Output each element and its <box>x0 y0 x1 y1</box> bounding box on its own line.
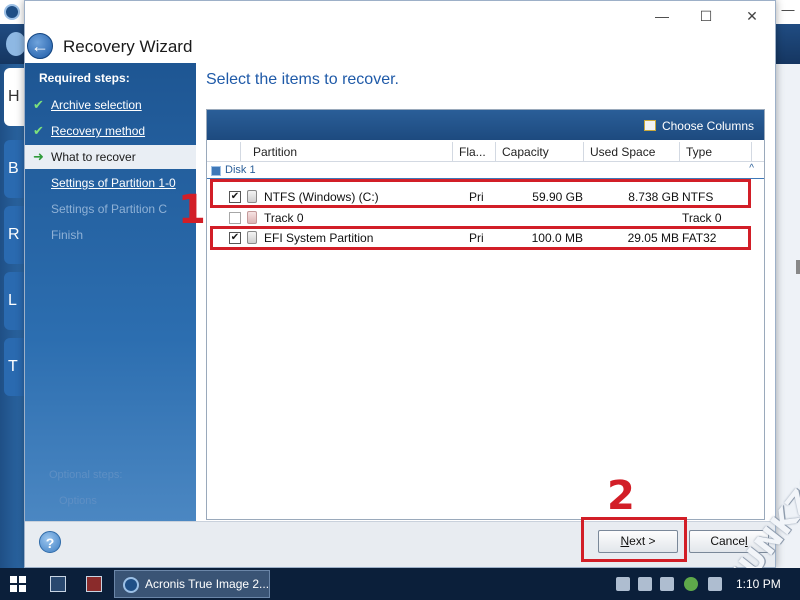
row-checkbox[interactable] <box>229 212 241 224</box>
step-settings-partition-c: Settings of Partition C <box>25 197 196 221</box>
step-label: Settings of Partition C <box>51 202 168 216</box>
collapse-caret-icon[interactable]: ^ <box>749 163 754 174</box>
disk-icon <box>247 211 257 224</box>
highlight-box-ntfs-row <box>210 179 751 208</box>
partition-grid: Choose Columns Partition Fla... Capacity… <box>206 109 765 520</box>
column-header-partition[interactable]: Partition <box>241 142 453 162</box>
partition-type: Track 0 <box>682 211 722 225</box>
background-tile[interactable]: R <box>4 206 26 264</box>
maximize-button[interactable]: ☐ <box>691 5 721 27</box>
grid-header: Partition Fla... Capacity Used Space Typ… <box>207 142 764 162</box>
clock[interactable]: 1:10 PM <box>736 577 781 591</box>
partition-name: Track 0 <box>264 211 304 225</box>
disk-group-icon <box>211 166 221 176</box>
tray-edit-icon[interactable] <box>638 577 652 591</box>
column-header-used-space[interactable]: Used Space <box>584 142 680 162</box>
computer-icon[interactable] <box>50 576 66 592</box>
annotation-number-two: 2 <box>607 473 635 519</box>
annotation-number-one: 1 <box>178 187 206 233</box>
column-header-type[interactable]: Type <box>680 142 752 162</box>
steps-panel: Required steps: ✔ Archive selection ✔ Re… <box>25 63 196 521</box>
partition-row[interactable]: Track 0 Track 0 <box>207 208 764 228</box>
taskbar: Acronis True Image 2... 1:10 PM <box>0 568 800 600</box>
background-scroll-tick <box>796 260 800 274</box>
network-icon[interactable] <box>660 577 674 591</box>
column-header-flags[interactable]: Fla... <box>453 142 496 162</box>
highlight-box-next-button <box>581 517 687 562</box>
step-recovery-method[interactable]: ✔ Recovery method <box>25 119 196 143</box>
background-minimize-button[interactable]: — <box>776 2 800 22</box>
close-button[interactable]: ✕ <box>737 5 767 27</box>
background-back-icon[interactable] <box>6 32 26 56</box>
media-icon[interactable] <box>684 577 698 591</box>
taskbar-app-label: Acronis True Image 2... <box>145 577 270 591</box>
checkmark-icon: ✔ <box>33 123 44 138</box>
step-options[interactable]: Options <box>59 495 97 507</box>
help-icon[interactable]: ? <box>39 531 61 553</box>
back-arrow-icon[interactable]: ← <box>27 33 53 59</box>
step-what-to-recover[interactable]: ➜ What to recover <box>25 145 196 169</box>
tray-arrow-icon[interactable] <box>616 577 630 591</box>
grid-toolbar: Choose Columns <box>207 110 764 140</box>
columns-icon <box>643 120 656 131</box>
disk-group-label: Disk 1 <box>225 164 256 176</box>
recovery-wizard-dialog: ← Recovery Wizard — ☐ ✕ Required steps: … <box>24 0 776 568</box>
step-settings-partition-1-0[interactable]: Settings of Partition 1-0 <box>25 171 196 195</box>
dialog-title: Recovery Wizard <box>63 37 193 56</box>
remote-desktop-icon[interactable] <box>86 576 102 592</box>
background-tile[interactable]: B <box>4 140 26 198</box>
cancel-button-label: Cance <box>710 534 745 548</box>
background-sidebar: H B R L T <box>0 64 26 568</box>
choose-columns-button[interactable]: Choose Columns <box>643 119 754 133</box>
background-tile[interactable]: L <box>4 272 26 330</box>
minimize-button[interactable]: — <box>647 5 677 27</box>
disk-group-row[interactable]: Disk 1 ^ <box>207 163 764 179</box>
current-step-arrow-icon: ➜ <box>33 149 44 164</box>
background-tile[interactable]: T <box>4 338 26 396</box>
step-label: Settings of Partition 1-0 <box>51 176 176 190</box>
dialog-titlebar: ← Recovery Wizard — ☐ ✕ <box>25 1 775 63</box>
page-title: Select the items to recover. <box>206 71 399 88</box>
required-steps-heading: Required steps: <box>39 71 130 85</box>
acronis-app-icon <box>4 4 20 20</box>
optional-steps-heading: Optional steps: <box>49 469 123 481</box>
column-header-check[interactable] <box>225 142 241 162</box>
taskbar-app-acronis[interactable]: Acronis True Image 2... <box>114 570 270 598</box>
volume-icon[interactable] <box>708 577 722 591</box>
highlight-box-efi-row <box>210 226 751 250</box>
step-label: Recovery method <box>51 124 146 138</box>
column-header-capacity[interactable]: Capacity <box>496 142 584 162</box>
step-label: What to recover <box>51 150 136 164</box>
step-archive-selection[interactable]: ✔ Archive selection <box>25 93 196 117</box>
acronis-taskbar-icon <box>123 577 139 593</box>
checkmark-icon: ✔ <box>33 97 44 112</box>
step-label: Archive selection <box>51 98 142 112</box>
choose-columns-label: Choose Columns <box>661 119 754 133</box>
step-finish: Finish <box>25 223 196 247</box>
background-tile[interactable]: H <box>4 68 26 126</box>
windows-start-icon[interactable] <box>10 576 26 592</box>
step-label: Finish <box>51 228 84 242</box>
